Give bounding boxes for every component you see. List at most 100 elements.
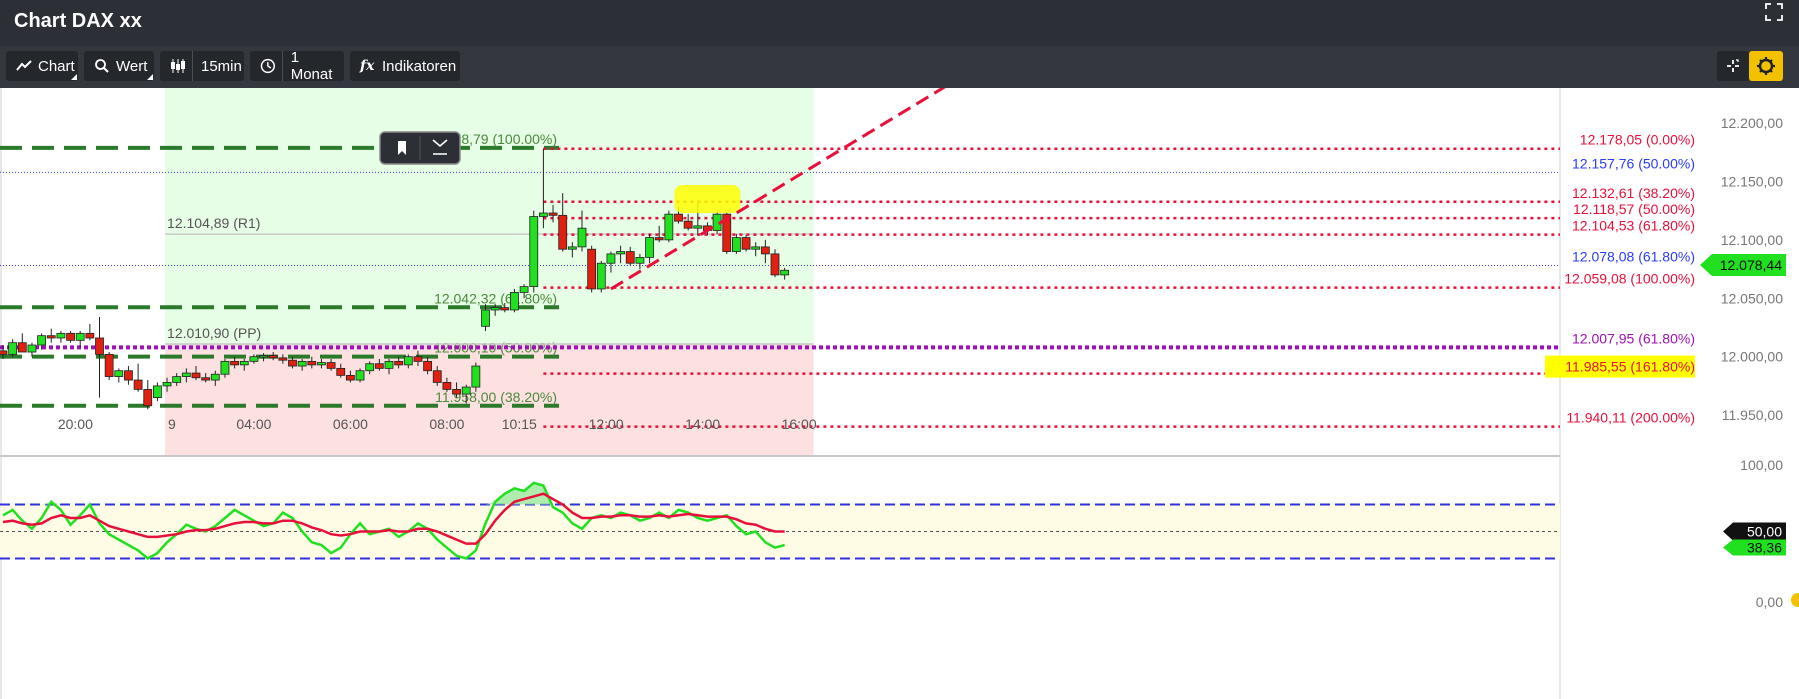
candle-body xyxy=(220,360,230,375)
candle-body xyxy=(297,360,307,367)
candle-body xyxy=(133,379,143,390)
candle-body xyxy=(239,360,249,366)
candle-body xyxy=(654,237,664,241)
candle-body xyxy=(693,225,703,229)
level-label: 12.000,10 (50.00%) xyxy=(434,340,557,356)
candle-body xyxy=(46,335,56,339)
candle-body xyxy=(606,253,616,264)
price-tick-label: 11.950,00 xyxy=(1722,407,1783,423)
highlight-marker xyxy=(674,184,741,214)
candle-body xyxy=(143,389,153,407)
rsi-mid-label: 50,00 xyxy=(1747,524,1782,540)
candle-body xyxy=(336,367,346,376)
interval-button[interactable]: 15min xyxy=(160,51,244,81)
level-label: 12.010,90 (PP) xyxy=(167,325,261,341)
candle-body xyxy=(432,370,442,383)
fullscreen-icon[interactable] xyxy=(1765,3,1783,21)
crosshair-button[interactable] xyxy=(1717,51,1749,81)
search-icon xyxy=(95,59,109,73)
line-chart-icon xyxy=(16,60,32,71)
rsi-handle[interactable] xyxy=(1791,593,1799,607)
level-label: 11.940,11 (200.00%) xyxy=(1566,410,1695,426)
drawing-toolbar xyxy=(379,131,461,165)
clock-icon xyxy=(260,58,275,74)
candle-body xyxy=(780,269,790,276)
time-tick-label: 16:00 xyxy=(782,416,817,432)
candle-body xyxy=(490,307,500,311)
candle-body xyxy=(201,377,211,381)
price-tick-label: 12.200,00 xyxy=(1721,115,1783,131)
candle-body xyxy=(230,360,240,366)
time-tick-label: 06:00 xyxy=(333,416,368,432)
period-button[interactable]: 1 Monat xyxy=(250,49,344,83)
price-axis: 12.200,00 12.150,00 12.100,00 12.050,00 12.0… xyxy=(1700,115,1786,423)
candle-body xyxy=(66,332,75,341)
candle-body xyxy=(519,286,529,293)
price-tick-label: 12.150,00 xyxy=(1721,173,1783,189)
candle-body xyxy=(403,356,413,366)
candle-body xyxy=(114,370,124,377)
level-label: 12.157,76 (50.00%) xyxy=(1572,155,1695,171)
price-tick-label: 12.050,00 xyxy=(1721,290,1783,306)
time-tick-label: 08:00 xyxy=(429,416,464,432)
period-label: 1 Monat xyxy=(290,49,333,83)
candle-body xyxy=(191,372,201,379)
candle-body xyxy=(172,376,182,383)
candle-body xyxy=(625,251,635,264)
price-tick-label: 12.100,00 xyxy=(1721,232,1783,248)
candle-body xyxy=(37,335,46,346)
level-label: 12.078,08 (61.80%) xyxy=(1572,248,1695,264)
candle-body xyxy=(423,360,433,372)
value-button[interactable]: Wert xyxy=(84,51,154,81)
window-title: Chart DAX xx xyxy=(14,10,142,32)
candle-body xyxy=(616,251,625,255)
candle-body xyxy=(548,212,558,216)
price-tick-label: 12.000,00 xyxy=(1721,349,1783,365)
chart-type-label: Chart xyxy=(38,57,75,75)
candle-body xyxy=(481,309,490,327)
candle-body xyxy=(288,359,297,367)
time-tick-label: 04:00 xyxy=(236,416,271,432)
rsi-tick-label: 100,00 xyxy=(1740,457,1783,473)
candle-body xyxy=(278,357,288,361)
candle-body xyxy=(345,374,355,381)
rsi-tick-label: 0,00 xyxy=(1756,594,1783,610)
level-label: 12.042,32 (61.80%) xyxy=(434,290,557,306)
settings-button[interactable] xyxy=(1749,51,1783,81)
rsi-last-label: 38,36 xyxy=(1747,540,1782,556)
candle-body xyxy=(317,362,326,366)
candle-body xyxy=(461,386,471,395)
candle-body xyxy=(8,342,18,355)
candle-body xyxy=(355,370,365,381)
time-tick-label: 9 xyxy=(168,416,176,432)
time-axis: 20:00 9 04:00 06:00 08:00 10:15 12:00 14:00 16:0… xyxy=(58,416,817,432)
candle-body xyxy=(249,356,259,362)
candle-body xyxy=(635,256,645,264)
rsi-overbought-fill xyxy=(3,482,785,505)
candle-body xyxy=(85,332,95,339)
candle-body xyxy=(95,337,104,355)
candle-body xyxy=(760,246,770,255)
chart-toolbar: Chart Wert 15min 1 Monat fx Indikatoren xyxy=(0,46,1799,88)
candle-body xyxy=(365,363,375,372)
chart-area[interactable]: 12.178,79 (100.00%)12.042,32 (61.80%)12.… xyxy=(0,88,1799,699)
candle-body xyxy=(0,350,8,355)
candle-body xyxy=(17,342,27,353)
candle-body xyxy=(210,373,220,381)
candle-body xyxy=(664,213,674,241)
candle-body xyxy=(162,381,172,387)
interval-label: 15min xyxy=(201,57,242,75)
chart-type-button[interactable]: Chart xyxy=(6,51,78,81)
candle-body xyxy=(539,212,548,217)
last-price-label: 12.078,44 xyxy=(1720,257,1782,273)
crosshair-icon xyxy=(1727,59,1739,72)
level-label: 11.985,55 (161.80%) xyxy=(1565,359,1695,375)
candle-body xyxy=(500,307,510,311)
candle-body xyxy=(558,214,568,250)
indicators-button[interactable]: fx Indikatoren xyxy=(350,51,460,81)
candle-body xyxy=(587,248,597,290)
candle-body xyxy=(104,353,114,377)
candle-body xyxy=(374,363,384,369)
time-tick-label: 12:00 xyxy=(589,416,624,432)
candle-body xyxy=(307,360,317,366)
